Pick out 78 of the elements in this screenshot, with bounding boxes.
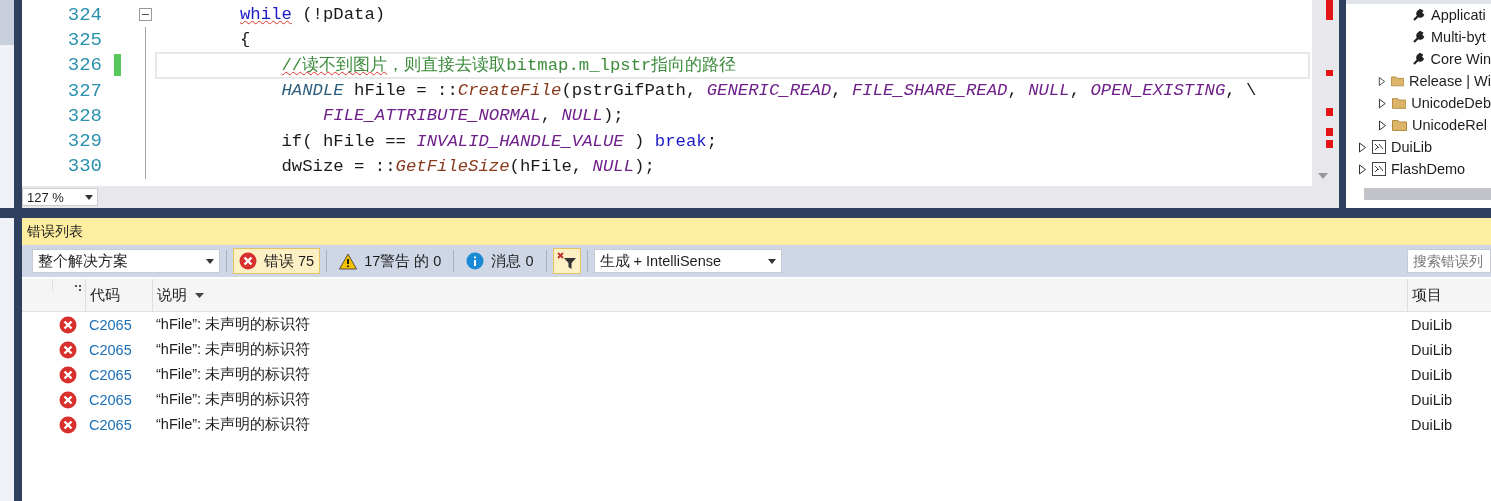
caret-icon [85, 194, 93, 200]
zoom-dropdown[interactable]: 127 % [22, 188, 98, 206]
project-icon [1372, 162, 1386, 176]
project-name: DuiLib [1411, 341, 1453, 358]
project-name: DuiLib [1411, 366, 1453, 383]
error-description: “hFile”: 未声明的标识符 [156, 415, 311, 434]
expand-arrow-icon[interactable] [1378, 75, 1386, 87]
scope-dropdown[interactable]: 整个解决方案 [32, 249, 220, 273]
source-dropdown[interactable]: 生成 + IntelliSense [593, 249, 782, 273]
project-icon [1372, 140, 1386, 154]
code-line: while (!pData) [238, 4, 387, 27]
column-header[interactable]: 说明 [152, 279, 1407, 311]
line-number: 325 [66, 28, 102, 51]
error-code-link[interactable]: C2065 [89, 316, 132, 333]
error-code-link[interactable]: C2065 [89, 341, 132, 358]
line-number: 328 [66, 104, 102, 127]
folder-icon [1390, 75, 1405, 87]
error-icon [59, 390, 77, 409]
error-description: “hFile”: 未声明的标识符 [156, 340, 311, 359]
line-number: 324 [66, 3, 102, 26]
error-icon [59, 340, 77, 359]
code-line: if( hFile == INVALID_HANDLE_VALUE ) break; [280, 130, 719, 153]
wrench-icon [1412, 8, 1426, 22]
error-code-link[interactable]: C2065 [89, 416, 132, 433]
filter-toggle-button[interactable] [552, 248, 581, 274]
line-number: 329 [66, 130, 102, 153]
error-code-link[interactable]: C2065 [89, 366, 132, 383]
line-number: 330 [66, 155, 102, 178]
tree-item[interactable]: Release | Wi [1409, 73, 1491, 89]
project-name: DuiLib [1411, 416, 1453, 433]
collapse-icon[interactable] [138, 8, 152, 22]
filter-button[interactable]: 17警告 的 0 [333, 248, 448, 274]
project-name: DuiLib [1411, 391, 1453, 408]
horizontal-scrollbar[interactable] [1364, 188, 1491, 200]
tree-item[interactable]: UnicodeDeb [1411, 95, 1491, 111]
error-icon [59, 415, 77, 434]
expand-arrow-icon[interactable] [1358, 163, 1367, 175]
caret-icon [767, 258, 776, 264]
tree-item[interactable]: FlashDemo [1391, 161, 1466, 177]
search-field[interactable]: 搜索错误列 [1407, 249, 1491, 273]
expand-arrow-icon[interactable] [1358, 141, 1367, 153]
error-icon [239, 252, 257, 270]
code-line: dwSize = ::GetFileSize(hFile, NULL); [280, 155, 656, 178]
tree-item[interactable]: UnicodeRel [1412, 117, 1487, 133]
expand-arrow-icon[interactable] [1378, 119, 1387, 131]
code-line: HANDLE hFile = ::CreateFile(pstrGifPath, GENERIC_READ, FILE_SHARE_READ, NULL, OPEN_EXISTING, \ [280, 80, 1258, 103]
error-description: “hFile”: 未声明的标识符 [156, 315, 311, 334]
tree-item[interactable]: Applicati [1431, 7, 1486, 23]
tree-item[interactable]: Multi-byt [1431, 29, 1486, 45]
column-header[interactable]: 项目 [1407, 279, 1491, 311]
error-icon [59, 315, 77, 334]
filter-button[interactable]: 错误 75 [233, 248, 321, 274]
panel-title: 错误列表 [22, 218, 1491, 245]
filter-icon [556, 252, 577, 270]
project-name: DuiLib [1411, 316, 1453, 333]
info-icon [466, 252, 485, 270]
tree-item[interactable]: DuiLib [1391, 139, 1433, 155]
column-header[interactable]: 代码 [85, 279, 152, 311]
filter-button[interactable]: 消息 0 [460, 248, 540, 274]
line-number: 326 [66, 54, 102, 77]
error-icon [59, 365, 77, 384]
code-line: FILE_ATTRIBUTE_NORMAL, NULL); [321, 105, 625, 128]
code-line: { [238, 29, 252, 52]
warning-icon [339, 252, 358, 270]
wrench-icon [1412, 30, 1426, 44]
error-description: “hFile”: 未声明的标识符 [156, 365, 311, 384]
caret-icon [195, 292, 204, 298]
error-description: “hFile”: 未声明的标识符 [156, 390, 311, 409]
folder-icon [1392, 119, 1407, 131]
caret-icon [206, 258, 214, 264]
expand-arrow-icon[interactable] [1378, 97, 1387, 109]
wrench-icon [1411, 52, 1426, 66]
error-code-link[interactable]: C2065 [89, 391, 132, 408]
scrollbar-marks-drawing[interactable] [1312, 0, 1339, 186]
sort-icon[interactable] [75, 285, 81, 291]
line-number: 327 [66, 79, 102, 102]
tree-item[interactable]: Core Win [1430, 51, 1491, 67]
folder-icon [1391, 97, 1407, 109]
